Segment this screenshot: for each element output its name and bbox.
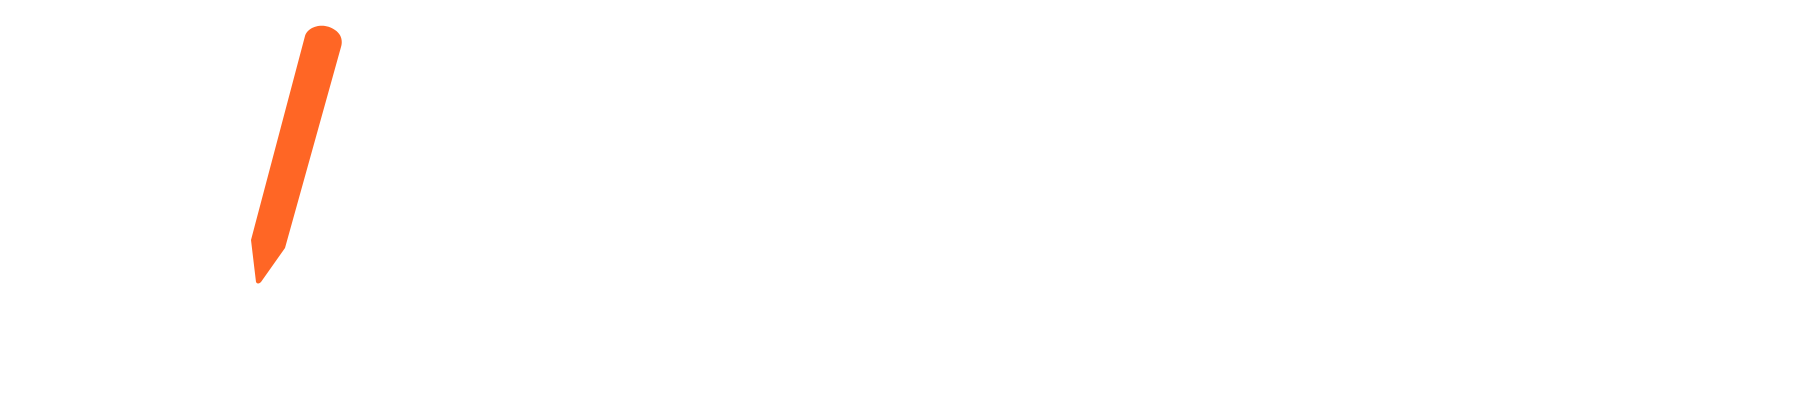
blank-canvas [0,0,1816,407]
pencil-icon [251,25,342,284]
pencil-shape [251,25,342,284]
